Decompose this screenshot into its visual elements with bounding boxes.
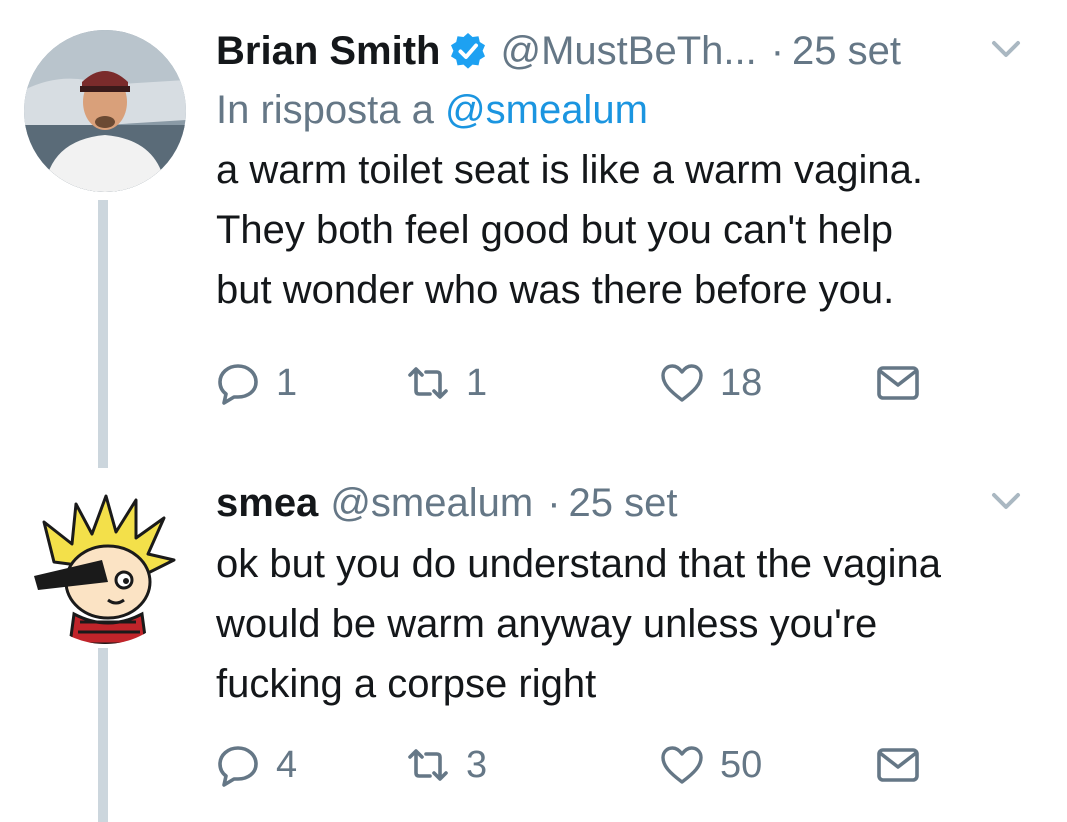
retweet-count: 1 (466, 361, 488, 404)
tweet-text-line: fucking a corpse right (216, 662, 597, 706)
tweet-content: Brian Smith @MustBeTh... · 25 set In ris… (216, 26, 1037, 320)
tweet-text-line: a warm toilet seat is like a warm vagina… (216, 148, 923, 192)
direct-message-button[interactable] (876, 358, 920, 408)
author-name[interactable]: smea (216, 481, 318, 526)
like-count: 18 (720, 361, 763, 404)
author-handle[interactable]: @smealum (330, 481, 533, 526)
tweet-text-line: They both feel good but you can't help (216, 208, 894, 252)
avatar[interactable] (24, 30, 186, 192)
like-count: 50 (720, 743, 763, 786)
tweet[interactable]: smea @smealum · 25 set ok but you do und… (0, 460, 1067, 822)
tweet-text-line: but wonder who was there before you. (216, 268, 895, 312)
tweet-header: smea @smealum · 25 set (216, 478, 1037, 528)
reply-mention-link[interactable]: @smealum (445, 88, 648, 132)
retweet-button[interactable]: 1 (406, 358, 487, 408)
tweet-date[interactable]: 25 set (792, 29, 901, 74)
avatar[interactable] (24, 482, 186, 644)
conversation-thread: Brian Smith @MustBeTh... · 25 set In ris… (0, 0, 1067, 822)
reply-count: 4 (276, 743, 298, 786)
tweet-content: smea @smealum · 25 set ok but you do und… (216, 478, 1037, 714)
tweet-text-line: would be warm anyway unless you're (216, 602, 878, 646)
tweet-text-line: ok but you do understand that the vagina (216, 542, 941, 586)
reply-bubble-icon (216, 743, 260, 787)
envelope-icon (876, 361, 920, 405)
reply-context: In risposta a @smealum (216, 80, 1037, 140)
heart-icon (660, 743, 704, 787)
author-handle[interactable]: @MustBeTh... (500, 29, 756, 74)
tweet-header: Brian Smith @MustBeTh... · 25 set (216, 26, 1037, 76)
author-name[interactable]: Brian Smith (216, 29, 440, 74)
verified-badge-icon (448, 31, 488, 71)
separator-dot: · (770, 28, 785, 73)
retweet-count: 3 (466, 743, 488, 786)
reply-button[interactable]: 4 (216, 740, 297, 790)
retweet-icon (406, 743, 450, 787)
envelope-icon (876, 743, 920, 787)
tweet-date[interactable]: 25 set (569, 481, 678, 526)
like-button[interactable]: 50 (660, 740, 762, 790)
chevron-down-icon[interactable] (991, 38, 1021, 60)
reply-bubble-icon (216, 361, 260, 405)
tweet-text: ok but you do understand that the vagina… (216, 534, 1036, 714)
reply-button[interactable]: 1 (216, 358, 297, 408)
retweet-icon (406, 361, 450, 405)
retweet-button[interactable]: 3 (406, 740, 487, 790)
like-button[interactable]: 18 (660, 358, 762, 408)
separator-dot: · (547, 480, 561, 525)
reply-count: 1 (276, 361, 298, 404)
direct-message-button[interactable] (876, 740, 920, 790)
heart-icon (660, 361, 704, 405)
tweet[interactable]: Brian Smith @MustBeTh... · 25 set In ris… (0, 0, 1067, 450)
chevron-down-icon[interactable] (991, 490, 1021, 512)
reply-prefix: In risposta a (216, 88, 434, 132)
tweet-text: a warm toilet seat is like a warm vagina… (216, 140, 1036, 320)
